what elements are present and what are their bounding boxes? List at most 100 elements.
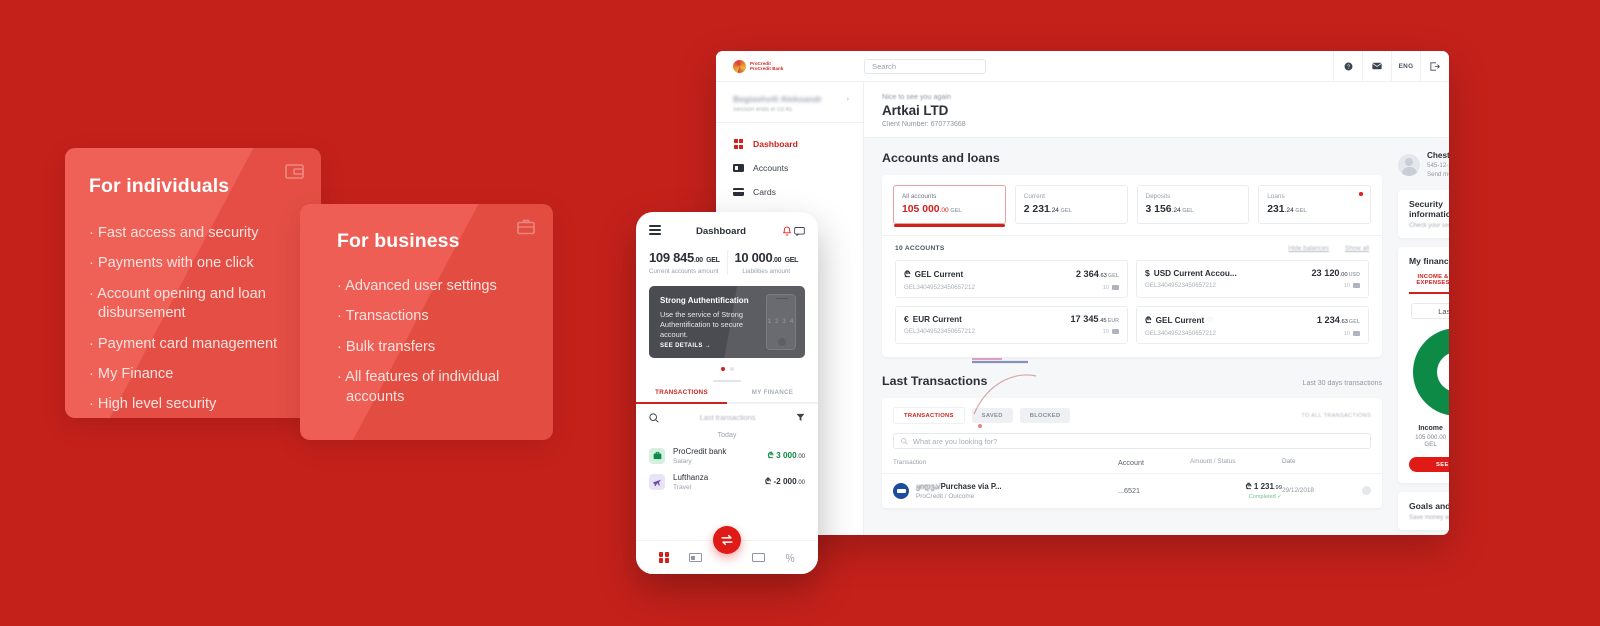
column-amount-status[interactable]: Amount / Status <box>1190 458 1282 467</box>
accounts-section-title: Accounts and loans <box>882 151 1000 165</box>
cards-count-label: 10 <box>1102 284 1109 291</box>
avatar <box>1398 153 1420 176</box>
amount-cur: GEL <box>1182 208 1194 214</box>
sidebar-user-name: Begiashvili Aleksandr <box>733 94 822 104</box>
transaction-category: Salary <box>673 457 692 465</box>
nav-loans-button[interactable]: ％ <box>783 552 797 565</box>
balance-tab-loans[interactable]: Loans 231.24 GEL <box>1258 185 1371 224</box>
nav-cards-button[interactable] <box>752 552 766 564</box>
balance-tab-deposits[interactable]: Deposits 3 156.24 GEL <box>1136 185 1250 224</box>
balance-tab-all-accounts[interactable]: All accounts 105 000.00 GEL <box>893 185 1006 227</box>
nav-dashboard-button[interactable] <box>657 552 671 564</box>
period-select[interactable]: Last month ▾ <box>1411 303 1449 319</box>
accounts-count: 10 ACCOUNTS <box>895 245 945 252</box>
hamburger-icon[interactable] <box>649 225 661 238</box>
amount-int: 1 234 <box>1316 315 1340 325</box>
amount-dec: .63 <box>1339 319 1348 325</box>
balance-amount: 10 000.00 GEL <box>728 250 806 265</box>
mobile-header: Dashboard <box>636 212 818 238</box>
mobile-transaction-row[interactable]: ProCredit bank Salary ₾ 3 000.00 <box>636 439 818 465</box>
status-badge: Completed ✓ <box>1248 494 1282 500</box>
tab-income-expenses[interactable]: INCOME & EXPENSES <box>1409 274 1449 294</box>
logout-button[interactable] <box>1420 51 1449 81</box>
transaction-amount: ₾ 3 000.00 <box>768 450 805 461</box>
account-card[interactable]: ₾ GEL Current 2 364.63GEL GEL34049523450… <box>895 260 1128 298</box>
mobile-tabs: TRANSACTIONS MY FINANCE <box>636 389 818 404</box>
tab-transactions[interactable]: TRANSACTIONS <box>636 389 727 404</box>
show-all-link[interactable]: Show all <box>1345 245 1369 252</box>
account-card-bottom: GEL34049523450657212 10 <box>904 284 1119 291</box>
carousel-dot-active[interactable] <box>720 366 725 371</box>
sidebar-item-accounts[interactable]: Accounts <box>716 156 863 180</box>
column-date[interactable]: Date <box>1282 458 1362 467</box>
procredit-logo[interactable]: ProCredit ProCredit Bank <box>716 59 864 73</box>
promo-banner[interactable]: Strong Authentification Use the service … <box>649 285 805 358</box>
cards-count-label: 10 <box>1343 330 1350 337</box>
transaction-text: ProCredit bank Salary <box>673 447 768 465</box>
help-button[interactable]: ? <box>1333 51 1362 81</box>
banner-cta[interactable]: SEE DETAILS → <box>660 343 711 349</box>
envelope-icon <box>1372 62 1382 70</box>
amount-int: 23 120 <box>1311 268 1340 278</box>
list-item: · Bulk transfers <box>337 338 436 355</box>
profile-block[interactable]: Chester Douglas 545-12-34-54 Send messag… <box>1398 151 1449 178</box>
balance-tab-current[interactable]: Current 2 231.24 GEL <box>1014 185 1128 224</box>
card-title: For business <box>337 230 460 252</box>
transactions-search-input[interactable]: What are you looking for? <box>893 433 1371 449</box>
nav-accounts-button[interactable] <box>688 552 702 564</box>
chevron-right-icon: › <box>846 95 849 103</box>
sidebar-item-cards[interactable]: Cards <box>716 180 863 204</box>
chat-button[interactable] <box>793 226 805 236</box>
balance-tabs: All accounts 105 000.00 GEL Current 2 231… <box>882 175 1382 227</box>
carousel-dot[interactable] <box>729 366 734 371</box>
mobile-balance-current: 109 845.00 GEL Current accounts amount <box>649 250 727 275</box>
transaction-amount: ₾ 1 231.99 <box>1190 481 1283 492</box>
hide-balances-link[interactable]: Hide balances <box>1288 245 1329 252</box>
account-name: GEL Current <box>914 269 964 279</box>
language-selector[interactable]: ENG <box>1391 51 1420 81</box>
sidebar-user-block[interactable]: Begiashvili Aleksandr › Session ends in … <box>716 94 863 123</box>
chip-transactions[interactable]: TRANSACTIONS <box>893 407 965 424</box>
amount-int: 10 000 <box>734 249 773 265</box>
transaction-amount: ₾ -2 000.00 <box>765 476 805 487</box>
account-card[interactable]: ₾ GEL Current ⓘ 1 234.63GEL GEL340495234… <box>1136 306 1369 344</box>
search-input[interactable]: Search <box>864 58 986 74</box>
profile-name: Chester Douglas <box>1427 151 1449 160</box>
session-timer: Session ends in 03:45 <box>733 107 793 113</box>
security-information-card[interactable]: Security information ! ▾ Check your secu… <box>1398 190 1449 238</box>
account-card[interactable]: $ USD Current Accou... 23 120.00USD GEL3… <box>1136 260 1369 298</box>
table-row[interactable]: ყიდვა/Purchase via P... ProCredit / Outc… <box>882 474 1382 508</box>
cards-count-label: 10 <box>1343 282 1350 289</box>
sidebar-user-row: Begiashvili Aleksandr › <box>733 94 849 104</box>
account-name: EUR Current <box>912 314 962 324</box>
sheet-drag-handle[interactable] <box>713 379 741 382</box>
mobile-search-row: Last transactions <box>636 404 818 423</box>
notifications-button[interactable] <box>781 226 793 237</box>
list-item: · Advanced user settings <box>337 278 497 294</box>
search-icon[interactable] <box>649 412 659 423</box>
info-icon[interactable]: ⓘ <box>1207 316 1213 324</box>
amount-dec: .00 <box>772 256 782 264</box>
question-circle-icon: ? <box>1344 62 1352 70</box>
tab-my-finance[interactable]: MY FINANCE <box>727 389 818 404</box>
carousel-dots <box>636 366 818 371</box>
transfer-fab-button[interactable] <box>713 526 741 554</box>
transfer-icon <box>721 534 733 546</box>
airplane-icon <box>649 473 665 490</box>
send-message-link[interactable]: Send message <box>1427 171 1449 178</box>
see-details-button[interactable]: SEE DETAILS <box>1409 457 1449 472</box>
bell-icon <box>783 226 791 236</box>
row-more-button[interactable] <box>1362 486 1371 495</box>
list-item: · My Finance <box>89 366 174 383</box>
card-icon <box>733 187 744 197</box>
to-all-transactions-link[interactable]: TO ALL TRANSACTIONS <box>1301 413 1371 419</box>
banner-pin-code: 1 2 3 4 <box>767 318 795 325</box>
sidebar-item-dashboard[interactable]: Dashboard <box>716 132 863 156</box>
mobile-transaction-row[interactable]: Lufthanza Travel ₾ -2 000.00 <box>636 465 818 491</box>
amount-dec: .00 <box>1339 272 1348 278</box>
filter-icon[interactable] <box>796 413 805 422</box>
messages-button[interactable] <box>1362 51 1391 81</box>
amount-status-cell: ₾ 1 231.99 Completed ✓ <box>1190 481 1283 500</box>
goals-and-savings-card[interactable]: Goals and savings ▾ Save money with fun … <box>1398 492 1449 530</box>
mobile-search-input[interactable]: Last transactions <box>659 413 796 422</box>
